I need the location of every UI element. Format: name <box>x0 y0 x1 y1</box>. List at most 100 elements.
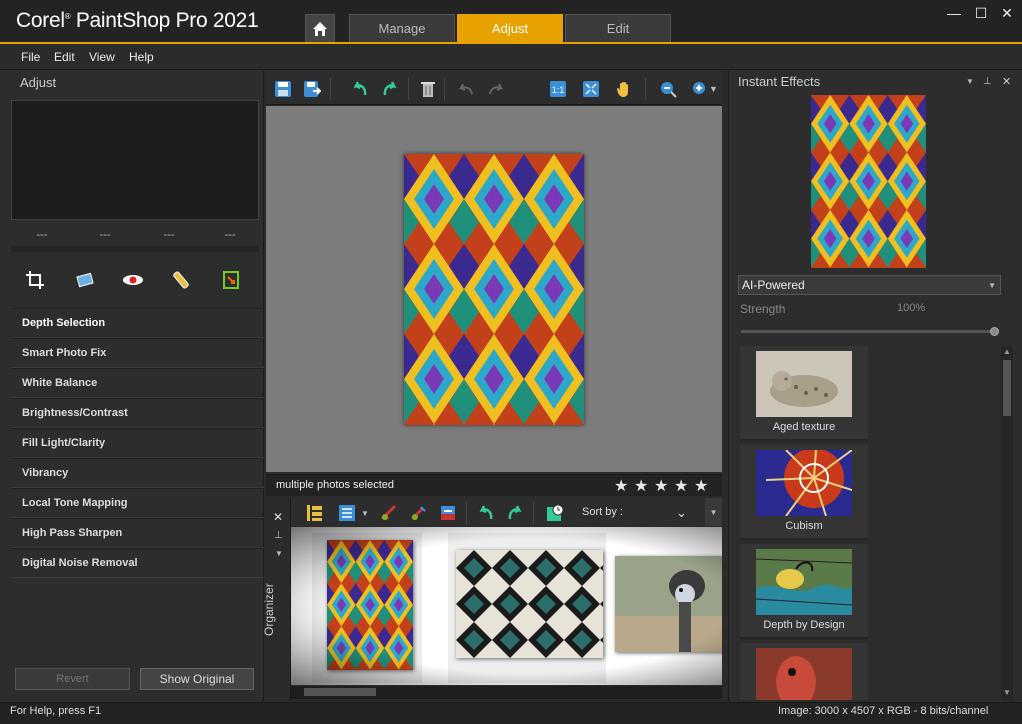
adjust-depth-selection[interactable]: Depth Selection <box>11 308 264 338</box>
organizer-scroll-thumb[interactable] <box>304 688 376 696</box>
crop-icon[interactable] <box>23 268 47 292</box>
resize-icon[interactable] <box>219 268 243 292</box>
divider <box>11 246 259 252</box>
brand-name: Corel <box>16 9 65 32</box>
maximize-button[interactable]: ☐ <box>970 4 992 22</box>
sort-dropdown-chevron-icon[interactable]: ⌄ <box>676 505 687 521</box>
thumbnail-tiles[interactable] <box>456 550 603 658</box>
main-photo <box>404 154 584 425</box>
menu-edit[interactable]: Edit <box>54 50 75 64</box>
scroll-down-icon[interactable]: ▼ <box>1003 688 1011 697</box>
close-icon[interactable]: ✕ <box>273 510 283 524</box>
toolbar-separator <box>466 502 467 524</box>
details-view-icon[interactable] <box>337 503 357 523</box>
strength-label: Strength <box>740 302 786 316</box>
rotate-left-icon[interactable] <box>350 79 370 99</box>
straighten-icon[interactable] <box>73 268 97 292</box>
chevron-down-icon[interactable]: ▼ <box>275 549 283 558</box>
effect-thumbnail <box>756 648 852 700</box>
toolbar-separator <box>408 78 409 100</box>
tab-edit[interactable]: Edit <box>565 14 671 42</box>
adjustments-list: Depth Selection Smart Photo Fix White Ba… <box>11 308 264 578</box>
show-original-button[interactable]: Show Original <box>140 668 254 690</box>
status-image-info: Image: 3000 x 4507 x RGB - 8 bits/channe… <box>778 705 989 717</box>
tab-adjust[interactable]: Adjust <box>457 14 563 42</box>
adjust-white-balance[interactable]: White Balance <box>11 368 264 398</box>
organizer-label[interactable]: Organizer <box>262 583 276 636</box>
delete-icon[interactable] <box>418 79 438 99</box>
adjust-high-pass-sharpen[interactable]: High Pass Sharpen <box>11 518 264 548</box>
rating-star[interactable]: ★ <box>694 476 708 496</box>
organizer-rotate-right-icon[interactable] <box>505 503 525 523</box>
effect-depth-by-design[interactable]: Depth by Design <box>740 544 868 640</box>
close-button[interactable]: ✕ <box>996 4 1018 22</box>
toolbar-separator <box>645 78 646 100</box>
menu-help[interactable]: Help <box>129 50 154 64</box>
effect-preview <box>811 95 926 268</box>
scroll-up-icon[interactable]: ▲ <box>1003 347 1011 356</box>
rating-star[interactable]: ★ <box>634 476 648 496</box>
minimize-button[interactable]: — <box>943 4 965 22</box>
toolbar-separator <box>444 78 445 100</box>
home-button[interactable] <box>305 14 335 42</box>
effect-label: Aged texture <box>772 421 836 433</box>
pin-icon[interactable]: ⊥ <box>274 530 283 541</box>
batch-process-icon[interactable] <box>438 503 458 523</box>
effect-cubism[interactable]: Cubism <box>740 445 868 541</box>
organizer-menu-icon[interactable]: ▼ <box>705 498 722 526</box>
adjust-digital-noise-removal[interactable]: Digital Noise Removal <box>11 548 264 578</box>
status-help-text: For Help, press F1 <box>10 705 102 717</box>
time-machine-icon[interactable] <box>545 503 565 523</box>
menu-file[interactable]: File <box>21 50 40 64</box>
zoom-in-icon[interactable] <box>690 79 710 99</box>
adjust-local-tone-mapping[interactable]: Local Tone Mapping <box>11 488 264 518</box>
thumbnail-emu[interactable] <box>615 556 722 652</box>
effect-aged-texture[interactable]: Aged texture <box>740 346 868 442</box>
toolbar-separator <box>330 78 331 100</box>
save-icon[interactable] <box>273 79 293 99</box>
adjust-smart-photo-fix[interactable]: Smart Photo Fix <box>11 338 264 368</box>
rating-star[interactable]: ★ <box>654 476 668 496</box>
zoom-dropdown-icon[interactable]: ▼ <box>709 84 718 94</box>
effect-thumbnail <box>756 450 852 516</box>
tag-icon[interactable] <box>378 503 398 523</box>
panel-close-icon[interactable]: ✕ <box>1002 75 1011 88</box>
effects-list: Aged texture Cubism Depth by Design <box>740 346 868 700</box>
tab-manage[interactable]: Manage <box>349 14 455 42</box>
adjust-vibrancy[interactable]: Vibrancy <box>11 458 264 488</box>
actual-size-icon[interactable]: 1:1 <box>548 79 568 99</box>
thumbnail-diamond-quilt[interactable] <box>327 540 413 670</box>
pan-hand-icon[interactable] <box>614 79 634 99</box>
retouch-icon[interactable] <box>169 268 193 292</box>
histogram <box>11 100 259 220</box>
adjust-fill-light-clarity[interactable]: Fill Light/Clarity <box>11 428 264 458</box>
rotate-right-icon[interactable] <box>380 79 400 99</box>
menu-view[interactable]: View <box>89 50 115 64</box>
strength-slider-handle[interactable] <box>990 327 999 336</box>
panel-pin-icon[interactable]: ⊥ <box>983 76 992 87</box>
strength-slider[interactable] <box>741 330 995 333</box>
zoom-out-icon[interactable] <box>658 79 678 99</box>
save-as-icon[interactable] <box>302 79 322 99</box>
rating-star[interactable]: ★ <box>674 476 688 496</box>
effects-scroll-thumb[interactable] <box>1003 360 1011 416</box>
adjust-brightness-contrast[interactable]: Brightness/Contrast <box>11 398 264 428</box>
edit-tag-icon[interactable] <box>408 503 428 523</box>
effect-label: Cubism <box>785 520 823 532</box>
adjust-panel-header: Adjust <box>20 75 57 90</box>
home-icon <box>313 21 327 36</box>
fit-window-icon[interactable] <box>581 79 601 99</box>
rating-star[interactable]: ★ <box>614 476 628 496</box>
thumbnail-view-icon[interactable] <box>305 503 325 523</box>
effect-thumbnail <box>756 351 852 417</box>
panel-menu-icon[interactable]: ▼ <box>966 77 974 86</box>
product-name: PaintShop Pro 2021 <box>75 9 259 32</box>
organizer-rotate-left-icon[interactable] <box>476 503 496 523</box>
red-eye-icon[interactable] <box>121 268 145 292</box>
view-dropdown-icon[interactable]: ▼ <box>361 509 369 518</box>
histogram-value: --- <box>163 229 175 241</box>
revert-button[interactable]: Revert <box>15 668 130 690</box>
organizer-thumbnails[interactable] <box>291 527 722 685</box>
effect-category-select[interactable]: AI-Powered ▼ <box>738 275 1001 295</box>
effect-fourth[interactable] <box>740 643 868 700</box>
